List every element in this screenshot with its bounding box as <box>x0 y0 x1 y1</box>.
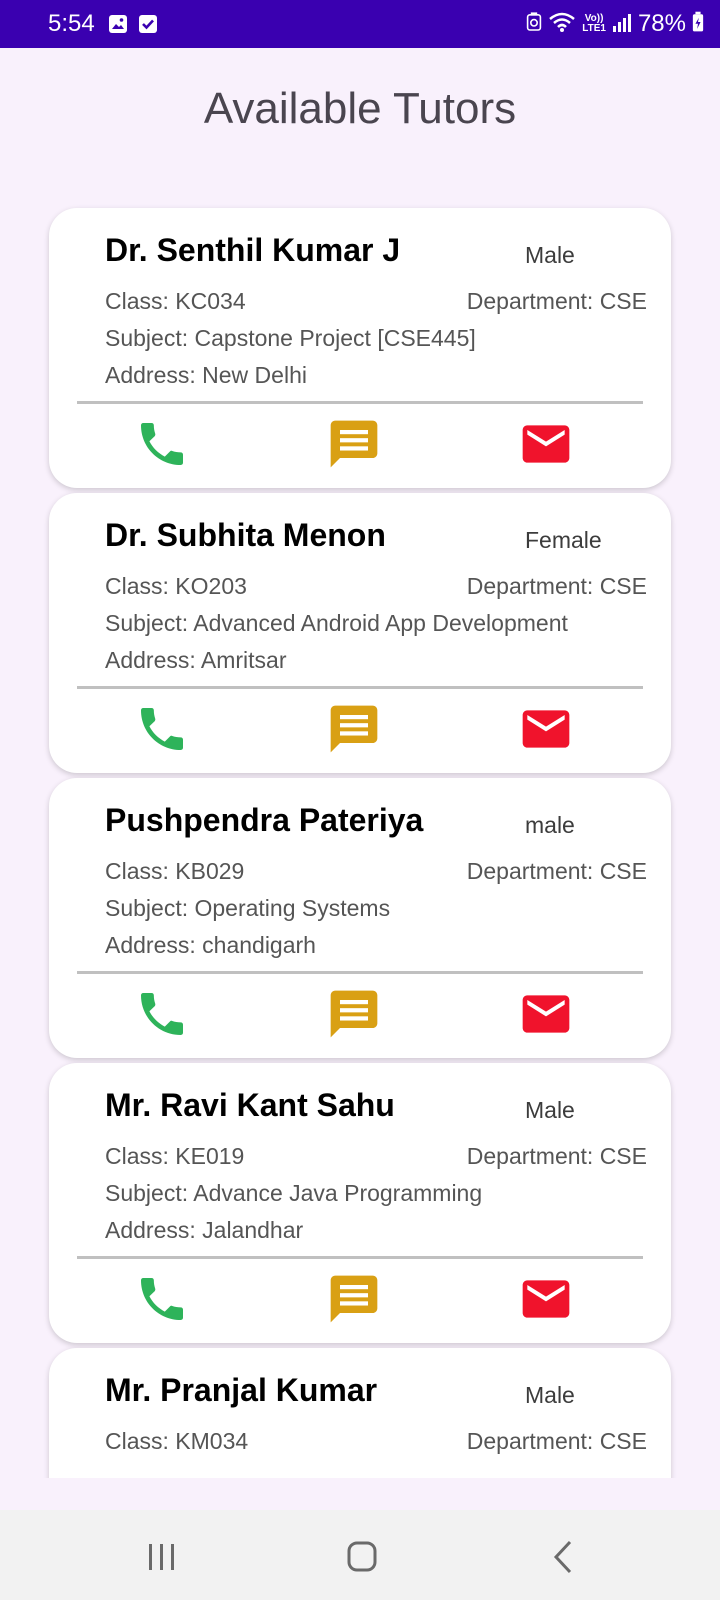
tutor-name: Dr. Senthil Kumar J <box>105 232 401 268</box>
back-icon <box>553 1540 572 1574</box>
tutor-card[interactable]: Mr. Pranjal Kumar Male Class: KM034 Depa… <box>49 1348 671 1478</box>
tutor-card[interactable]: Pushpendra Pateriya male Class: KB029 De… <box>49 778 671 1058</box>
tutor-subject: Subject: Advance Java Programming <box>105 1180 483 1206</box>
tutor-address: Address: New Delhi <box>105 362 307 388</box>
tutor-gender: male <box>525 812 575 838</box>
tutor-department: Department: CSE <box>466 1428 647 1454</box>
email-icon <box>522 425 570 463</box>
tutor-gender: Male <box>525 1382 575 1408</box>
phone-icon <box>141 423 183 465</box>
call-button[interactable] <box>134 701 190 757</box>
message-icon <box>330 420 378 468</box>
battery-icon <box>692 11 704 38</box>
network-type: Vo)) LTE1 <box>582 14 606 34</box>
tutor-class: Class: KC034 <box>105 288 246 314</box>
back-button[interactable] <box>534 1534 594 1580</box>
lte-label: LTE1 <box>582 23 606 34</box>
phone-icon <box>141 993 183 1035</box>
tutor-department: Department: CSE <box>466 573 647 599</box>
tutor-class: Class: KB029 <box>105 858 245 884</box>
tutor-subject: Subject: Advanced Android App Developmen… <box>105 610 568 636</box>
recent-apps-button[interactable] <box>132 1534 192 1580</box>
tutor-card[interactable]: Mr. Ravi Kant Sahu Male Class: KE019 Dep… <box>49 1063 671 1343</box>
tutor-list[interactable]: Dr. Senthil Kumar J Male Class: KC034 De… <box>0 190 720 1478</box>
tutor-address: Address: Amritsar <box>105 647 287 673</box>
recycle-icon <box>526 11 542 37</box>
tutor-card[interactable]: Dr. Subhita Menon Female Class: KO203 De… <box>49 493 671 773</box>
tutor-name: Mr. Pranjal Kumar <box>105 1372 378 1408</box>
tutor-department: Department: CSE <box>466 858 647 884</box>
tutor-subject: Subject: Capstone Project [CSE445] <box>105 325 476 351</box>
phone-icon <box>141 708 183 750</box>
tutor-name: Dr. Subhita Menon <box>105 517 386 553</box>
call-button[interactable] <box>134 416 190 472</box>
email-button[interactable] <box>518 416 574 472</box>
signal-icon <box>612 12 632 37</box>
tutor-class: Class: KM034 <box>105 1428 249 1454</box>
message-icon <box>330 990 378 1038</box>
tutor-address: Address: chandigarh <box>105 932 316 958</box>
message-button[interactable] <box>326 986 382 1042</box>
tutor-gender: Male <box>525 242 575 268</box>
tutor-name: Pushpendra Pateriya <box>105 802 424 838</box>
recent-apps-icon <box>149 1544 174 1570</box>
battery-percent: 78% <box>637 10 686 37</box>
navigation-bar <box>0 1510 720 1600</box>
message-icon <box>330 1275 378 1323</box>
email-icon <box>522 1280 570 1318</box>
message-button[interactable] <box>326 1271 382 1327</box>
card-divider <box>77 401 643 404</box>
card-divider <box>77 1256 643 1259</box>
call-button[interactable] <box>134 986 190 1042</box>
tutor-class: Class: KE019 <box>105 1143 245 1169</box>
tutor-name: Mr. Ravi Kant Sahu <box>105 1087 395 1123</box>
tutor-department: Department: CSE <box>466 288 647 314</box>
status-icons: Vo)) LTE1 78% <box>526 8 704 40</box>
image-icon <box>108 14 128 34</box>
email-button[interactable] <box>518 1271 574 1327</box>
email-icon <box>522 995 570 1033</box>
email-button[interactable] <box>518 701 574 757</box>
email-icon <box>522 710 570 748</box>
page-title: Available Tutors <box>203 84 517 133</box>
message-icon <box>330 705 378 753</box>
checkbox-icon <box>138 14 158 34</box>
tutor-gender: Male <box>525 1097 575 1123</box>
wifi-icon <box>548 11 576 38</box>
tutor-gender: Female <box>525 527 602 553</box>
card-divider <box>77 686 643 689</box>
card-divider <box>77 971 643 974</box>
tutor-class: Class: KO203 <box>105 573 247 599</box>
home-button[interactable] <box>332 1534 392 1580</box>
tutor-department: Department: CSE <box>466 1143 647 1169</box>
status-time: 5:54 <box>48 10 95 37</box>
tutor-subject: Subject: Operating Systems <box>105 895 391 921</box>
status-bar: 5:54 Vo)) LTE1 78% <box>0 0 720 48</box>
message-button[interactable] <box>326 416 382 472</box>
tutor-card[interactable]: Dr. Senthil Kumar J Male Class: KC034 De… <box>49 208 671 488</box>
call-button[interactable] <box>134 1271 190 1327</box>
phone-icon <box>141 1278 183 1320</box>
message-button[interactable] <box>326 701 382 757</box>
home-icon <box>347 1541 377 1572</box>
tutor-address: Address: Jalandhar <box>105 1217 304 1243</box>
email-button[interactable] <box>518 986 574 1042</box>
